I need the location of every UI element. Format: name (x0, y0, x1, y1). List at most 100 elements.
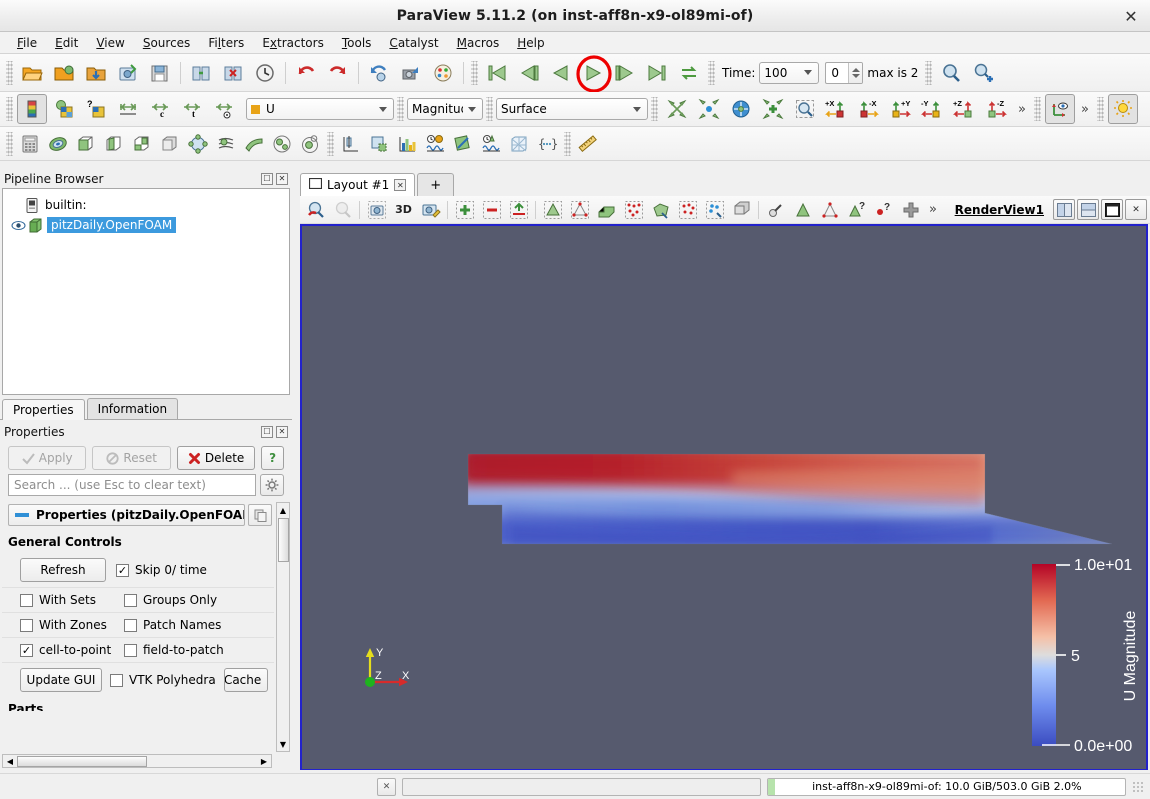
toolbar-grip[interactable] (327, 132, 334, 156)
maximize-view-button[interactable] (1101, 199, 1123, 220)
patch-names-checkbox[interactable]: Patch Names (124, 618, 221, 632)
add-layout-tab-button[interactable]: + (417, 173, 454, 196)
camera-settings-button[interactable] (418, 198, 443, 222)
toolbar-grip[interactable] (925, 61, 932, 85)
active-view-name[interactable]: RenderView1 (947, 203, 1052, 217)
interactive-select-surface-button[interactable] (763, 198, 788, 222)
toolbar-grip[interactable] (1034, 97, 1041, 121)
menu-help[interactable]: Help (508, 34, 553, 52)
toggle-selection-button[interactable] (506, 198, 531, 222)
scroll-down-arrow[interactable]: ▼ (277, 737, 289, 751)
hover-point-button[interactable] (729, 198, 754, 222)
loop-button[interactable] (674, 58, 704, 88)
connect-server-button[interactable] (186, 58, 216, 88)
ruler-button[interactable] (575, 131, 601, 157)
frustum-select-points-button[interactable] (675, 198, 700, 222)
view-direction-minus-y-button[interactable]: -Y (918, 94, 948, 124)
query-selection-button[interactable]: ? (871, 198, 896, 222)
with-zones-checkbox[interactable]: With Zones (20, 618, 114, 632)
extract-selection-button[interactable] (366, 131, 392, 157)
save-data-button[interactable] (81, 58, 111, 88)
time-inspector-button[interactable] (250, 58, 280, 88)
rescale-temporal-range-button[interactable] (209, 94, 239, 124)
toolbar-grip[interactable] (708, 61, 715, 85)
properties-group-box[interactable]: Properties (pitzDaily.OpenFOAM) (8, 504, 245, 526)
plot-over-line-button[interactable] (338, 131, 364, 157)
next-frame-button[interactable] (610, 58, 640, 88)
previous-frame-button[interactable] (514, 58, 544, 88)
redo-button[interactable] (323, 58, 353, 88)
warp-filter-button[interactable] (241, 131, 267, 157)
tab-properties[interactable]: Properties (2, 399, 85, 420)
properties-settings-gear-icon[interactable] (260, 474, 284, 496)
last-frame-button[interactable] (642, 58, 672, 88)
cache-button[interactable]: Cache (224, 668, 268, 692)
toolbar-grip[interactable] (397, 97, 404, 121)
view-direction-plus-x-button[interactable]: +X (822, 94, 852, 124)
color-map-editor-button[interactable] (428, 58, 458, 88)
tab-information[interactable]: Information (87, 398, 178, 419)
python-shell-button[interactable]: {} (534, 131, 560, 157)
hover-cells-button[interactable] (790, 198, 815, 222)
plot-data-button[interactable] (478, 131, 504, 157)
view-direction-minus-z-button[interactable]: -Z (982, 94, 1012, 124)
field-to-patch-checkbox[interactable]: field-to-patch (124, 643, 224, 657)
reset-camera-closest-button[interactable] (726, 94, 756, 124)
rescale-to-custom-range-button[interactable] (113, 94, 143, 124)
window-close-button[interactable]: ✕ (1118, 4, 1144, 28)
recent-files-button[interactable] (49, 58, 79, 88)
calculator-filter-button[interactable] (17, 131, 43, 157)
properties-close-button[interactable]: ✕ (276, 426, 288, 438)
apply-button[interactable]: Apply (8, 446, 86, 470)
menu-tools[interactable]: Tools (333, 34, 381, 52)
frustum-select-cells-button[interactable] (648, 198, 673, 222)
properties-search-input[interactable]: Search ... (use Esc to clear text) (8, 474, 256, 496)
undo-button[interactable] (291, 58, 321, 88)
scroll-left-arrow[interactable]: ◀ (3, 757, 17, 766)
show-center-axes-button[interactable] (1045, 94, 1075, 124)
glyph-filter-button[interactable] (185, 131, 211, 157)
properties-float-button[interactable]: ☐ (261, 426, 273, 438)
first-frame-button[interactable] (482, 58, 512, 88)
interactive-select-cells-button[interactable] (303, 198, 328, 222)
extract-subset-filter-button[interactable] (157, 131, 183, 157)
group-datasets-filter-button[interactable] (269, 131, 295, 157)
toolbar-overflow-chevron-1[interactable]: » (1013, 102, 1031, 117)
screenshot-view-button[interactable] (364, 198, 389, 222)
select-points-through-button[interactable] (567, 198, 592, 222)
scroll-thumb[interactable] (278, 518, 289, 562)
pipeline-close-button[interactable]: ✕ (276, 173, 288, 185)
add-camera-link-button[interactable] (968, 58, 998, 88)
delete-button[interactable]: Delete (177, 446, 255, 470)
time-value-combo[interactable]: 100 (759, 62, 819, 84)
select-surface-points-button[interactable] (621, 198, 646, 222)
close-view-button[interactable]: ✕ (1125, 199, 1147, 220)
threshold-filter-button[interactable] (129, 131, 155, 157)
edit-color-map-button[interactable] (49, 94, 79, 124)
plot-selection-over-time-button[interactable] (450, 131, 476, 157)
stream-tracer-filter-button[interactable] (213, 131, 239, 157)
menu-edit[interactable]: Edit (46, 34, 87, 52)
color-component-combo[interactable]: Magnitude (407, 98, 483, 120)
representation-combo[interactable]: Surface (496, 98, 648, 120)
toolbar-grip[interactable] (564, 132, 571, 156)
menu-catalyst[interactable]: Catalyst (380, 34, 447, 52)
layout-tab-1[interactable]: Layout #1 ✕ (300, 173, 415, 196)
update-gui-button[interactable]: Update GUI (20, 668, 102, 692)
view-toolbar-overflow-chevron[interactable]: » (924, 202, 942, 217)
abort-operation-button[interactable]: ✕ (377, 778, 397, 796)
menu-filters[interactable]: Filters (199, 34, 253, 52)
toolbar-grip[interactable] (6, 132, 13, 156)
select-surface-cells-button[interactable] (594, 198, 619, 222)
properties-vertical-scrollbar[interactable]: ▲ ▼ (276, 502, 290, 752)
zoom-to-data-button[interactable] (694, 94, 724, 124)
toolbar-grip[interactable] (471, 61, 478, 85)
query-cells-button[interactable] (817, 198, 842, 222)
layout-tab-close-icon[interactable]: ✕ (394, 179, 406, 191)
interactive-select-points-button[interactable] (330, 198, 355, 222)
refresh-button[interactable]: Refresh (20, 558, 106, 582)
with-sets-checkbox[interactable]: With Sets (20, 593, 114, 607)
rescale-to-visible-range-button[interactable]: t (177, 94, 207, 124)
vtk-polyhedra-checkbox[interactable]: VTK Polyhedra (110, 673, 216, 687)
axes-grid-button[interactable] (506, 131, 532, 157)
